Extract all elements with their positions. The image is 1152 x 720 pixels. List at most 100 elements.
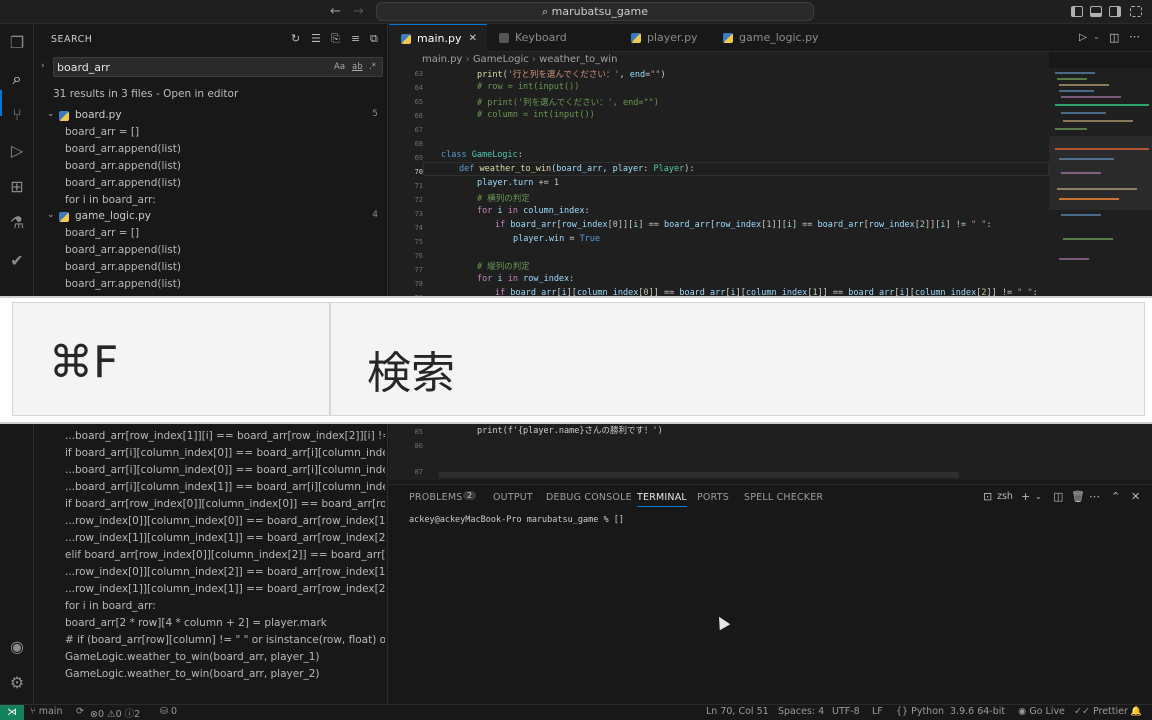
use-regex-icon[interactable]: .* bbox=[369, 62, 376, 72]
match-whole-word-icon[interactable]: ab bbox=[352, 62, 363, 72]
chevron-down-icon[interactable]: ⌄ bbox=[47, 210, 55, 220]
encoding[interactable]: UTF-8 bbox=[832, 706, 860, 717]
line-number: 69 bbox=[414, 154, 423, 162]
clear-results-icon[interactable]: ☰ bbox=[311, 32, 321, 45]
chevron-down-icon[interactable]: ⌄ bbox=[47, 109, 55, 119]
cursor-position[interactable]: Ln 70, Col 51 bbox=[706, 706, 769, 717]
split-editor-icon[interactable]: ◫ bbox=[1109, 31, 1119, 44]
breadcrumb-method[interactable]: weather_to_win bbox=[539, 54, 617, 65]
list-item[interactable]: ...row_index[0]][column_index[2]] == boa… bbox=[65, 566, 385, 578]
branch-status[interactable]: ⑂ main bbox=[30, 706, 62, 717]
view-as-tree-icon[interactable]: ≡ bbox=[351, 32, 360, 45]
list-item[interactable]: board_arr.append(list) bbox=[65, 143, 385, 155]
prettier[interactable]: ✓✓ Prettier bbox=[1074, 706, 1128, 717]
run-icon[interactable]: ▷ bbox=[1079, 32, 1087, 43]
source-control-icon[interactable]: ⑂ bbox=[6, 104, 28, 126]
toggle-secondary-sidebar-icon[interactable] bbox=[1109, 6, 1121, 17]
list-item[interactable]: board_arr.append(list) bbox=[65, 177, 385, 189]
search-icon[interactable]: ⌕ bbox=[6, 68, 28, 90]
notifications-icon[interactable]: 🔔 bbox=[1130, 706, 1142, 717]
toggle-sidebar-icon[interactable] bbox=[1071, 6, 1083, 17]
testing-icon[interactable]: ⚗ bbox=[6, 212, 28, 234]
search-input[interactable]: board_arr Aa ab .* bbox=[53, 57, 383, 77]
list-item[interactable]: if board_arr[row_index[0]][column_index[… bbox=[65, 498, 385, 510]
go-live[interactable]: ◉ Go Live bbox=[1018, 706, 1065, 717]
tab-output[interactable]: OUTPUT bbox=[493, 492, 533, 503]
list-item[interactable]: # if (board_arr[row][column] != " " or i… bbox=[65, 634, 385, 646]
check-icon[interactable]: ✔ bbox=[6, 250, 28, 272]
list-item[interactable]: GameLogic.weather_to_win(board_arr, play… bbox=[65, 668, 385, 680]
file-result-board[interactable]: ⌄ board.py 5 bbox=[35, 108, 388, 125]
list-item[interactable]: ...board_arr[i][column_index[1]] == boar… bbox=[65, 481, 385, 493]
list-item[interactable]: elif board_arr[row_index[0]][column_inde… bbox=[65, 549, 385, 561]
add-terminal-icon[interactable]: + bbox=[1021, 490, 1030, 503]
maximize-panel-icon[interactable]: ⌃ bbox=[1111, 490, 1120, 503]
tab-keyboard-shortcuts[interactable]: Keyboard Shortcuts bbox=[487, 24, 615, 72]
tab-spell-checker[interactable]: SPELL CHECKER bbox=[744, 492, 823, 503]
list-item[interactable]: ...row_index[0]][column_index[0]] == boa… bbox=[65, 515, 385, 527]
arrow-left-icon[interactable]: ← bbox=[330, 4, 341, 19]
tab-terminal[interactable]: TERMINAL bbox=[637, 492, 687, 507]
shell-name[interactable]: zsh bbox=[997, 491, 1013, 502]
split-terminal-icon[interactable]: ◫ bbox=[1053, 490, 1063, 503]
end-of-line[interactable]: LF bbox=[872, 706, 883, 717]
close-panel-icon[interactable]: ✕ bbox=[1131, 490, 1140, 503]
tab-game-logic-py[interactable]: game_logic.py bbox=[711, 24, 821, 52]
python-interpreter[interactable]: 3.9.6 64-bit bbox=[950, 706, 1005, 717]
chevron-down-icon[interactable]: ⌄ bbox=[1093, 32, 1100, 41]
results-summary[interactable]: 31 results in 3 files - Open in editor bbox=[53, 88, 238, 100]
chevron-right-icon[interactable]: › bbox=[41, 61, 45, 71]
tab-player-py[interactable]: player.py bbox=[619, 24, 709, 52]
language-mode[interactable]: {} Python bbox=[896, 706, 944, 717]
breadcrumb-class[interactable]: GameLogic bbox=[473, 54, 529, 65]
tab-debug-console[interactable]: DEBUG CONSOLE bbox=[546, 492, 632, 503]
chevron-down-icon[interactable]: ⌄ bbox=[1035, 492, 1042, 501]
list-item[interactable]: for i in board_arr: bbox=[65, 600, 385, 612]
remote-icon[interactable]: ⋊ bbox=[0, 705, 24, 720]
breadcrumb-file[interactable]: main.py bbox=[422, 54, 462, 65]
trash-icon[interactable]: 🗑 bbox=[1071, 490, 1085, 503]
list-item[interactable]: for i in board_arr: bbox=[65, 194, 385, 206]
run-debug-icon[interactable]: ▷ bbox=[6, 140, 28, 162]
close-icon[interactable]: ✕ bbox=[469, 25, 477, 53]
more-actions-icon[interactable]: ⋯ bbox=[1089, 490, 1100, 503]
line-number: 72 bbox=[414, 196, 423, 204]
toggle-panel-icon[interactable] bbox=[1090, 6, 1102, 17]
gear-icon[interactable]: ⚙ bbox=[6, 672, 28, 694]
file-result-game-logic[interactable]: ⌄ game_logic.py 4 bbox=[35, 209, 388, 226]
explorer-icon[interactable]: ❐ bbox=[6, 32, 28, 54]
sync-icon[interactable]: ⟳ bbox=[76, 706, 84, 717]
list-item[interactable]: board_arr.append(list) bbox=[65, 278, 385, 290]
list-item[interactable]: ...row_index[1]][column_index[1]] == boa… bbox=[65, 532, 385, 544]
list-item[interactable]: board_arr = [] bbox=[65, 227, 385, 239]
list-item[interactable]: ...board_arr[i][column_index[0]] == boar… bbox=[65, 464, 385, 476]
list-item[interactable]: board_arr = [] bbox=[65, 126, 385, 138]
new-search-editor-icon[interactable]: ⎘ bbox=[331, 32, 340, 46]
ports-status[interactable]: ⛁ 0 bbox=[160, 706, 177, 717]
customize-layout-icon[interactable] bbox=[1130, 6, 1142, 17]
list-item[interactable]: board_arr[2 * row][4 * column + 2] = pla… bbox=[65, 617, 385, 629]
match-case-icon[interactable]: Aa bbox=[334, 62, 345, 72]
list-item[interactable]: board_arr.append(list) bbox=[65, 160, 385, 172]
collapse-all-icon[interactable]: ⧉ bbox=[370, 32, 378, 46]
tab-problems[interactable]: PROBLEMS bbox=[409, 492, 462, 503]
list-item[interactable]: ...row_index[1]][column_index[1]] == boa… bbox=[65, 583, 385, 595]
command-center[interactable]: ⌕ marubatsu_game bbox=[376, 2, 814, 21]
indentation[interactable]: Spaces: 4 bbox=[778, 706, 824, 717]
horizontal-scrollbar[interactable] bbox=[439, 472, 959, 478]
problems-status[interactable]: ⊗0 ⚠0 ⓘ2 bbox=[90, 706, 140, 720]
list-item[interactable]: board_arr.append(list) bbox=[65, 261, 385, 273]
extensions-icon[interactable]: ⊞ bbox=[6, 176, 28, 198]
list-item[interactable]: ...board_arr[row_index[1]][i] == board_a… bbox=[65, 430, 385, 442]
terminal-prompt[interactable]: ackey@ackeyMacBook-Pro marubatsu_game % … bbox=[409, 515, 624, 525]
list-item[interactable]: board_arr.append(list) bbox=[65, 244, 385, 256]
list-item[interactable]: GameLogic.weather_to_win(board_arr, play… bbox=[65, 651, 385, 663]
tab-main-py[interactable]: main.py ✕ bbox=[389, 24, 487, 52]
tab-ports[interactable]: PORTS bbox=[697, 492, 729, 503]
list-item[interactable]: if board_arr[i][column_index[0]] == boar… bbox=[65, 447, 385, 459]
refresh-icon[interactable]: ↻ bbox=[291, 32, 300, 45]
accounts-icon[interactable]: ◉ bbox=[6, 636, 28, 658]
more-actions-icon[interactable]: ⋯ bbox=[1129, 30, 1140, 43]
minimap-slider[interactable] bbox=[1049, 136, 1152, 210]
arrow-right-icon[interactable]: → bbox=[353, 4, 364, 19]
